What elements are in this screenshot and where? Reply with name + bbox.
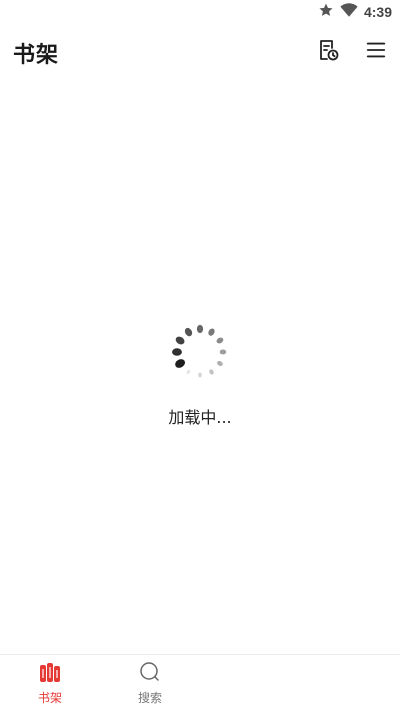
spinner-segment <box>184 327 193 337</box>
search-icon <box>138 661 162 687</box>
loading-text: 加载中... <box>168 408 232 427</box>
nav-label-search: 搜索 <box>137 691 162 705</box>
wifi-icon <box>340 2 358 22</box>
spinner-segment <box>208 328 215 336</box>
nav-item-bookshelf[interactable]: 书架 <box>0 655 100 711</box>
star-icon <box>318 2 334 22</box>
spinner-segment <box>175 336 185 345</box>
reading-history-button[interactable] <box>314 38 342 66</box>
spinner-segment <box>175 359 186 368</box>
nav-item-search[interactable]: 搜索 <box>100 655 200 711</box>
loading-spinner-icon <box>168 320 232 384</box>
menu-button[interactable] <box>362 38 390 66</box>
reading-history-icon <box>316 38 340 66</box>
spinner-segment <box>209 369 214 375</box>
spinner-segment <box>219 349 227 355</box>
status-time: 4:39 <box>363 4 392 20</box>
app-bar: 书架 <box>0 24 400 80</box>
spinner-segment <box>186 369 191 374</box>
spinner-segment <box>198 372 202 378</box>
nav-label-bookshelf: 书架 <box>37 691 62 705</box>
bookshelf-icon <box>38 661 62 687</box>
spinner-segment <box>216 337 224 344</box>
loading-indicator: 加载中... <box>0 320 400 428</box>
status-bar: 4:39 <box>0 0 400 24</box>
page-title: 书架 <box>13 43 60 68</box>
spinner-segment <box>217 361 223 366</box>
app-actions <box>314 38 390 66</box>
bottom-nav: 书架 搜索 <box>0 654 400 711</box>
spinner-segment <box>172 348 182 356</box>
status-icons: 4:39 <box>318 3 392 21</box>
spinner-segment <box>196 324 204 334</box>
menu-icon <box>365 39 387 65</box>
